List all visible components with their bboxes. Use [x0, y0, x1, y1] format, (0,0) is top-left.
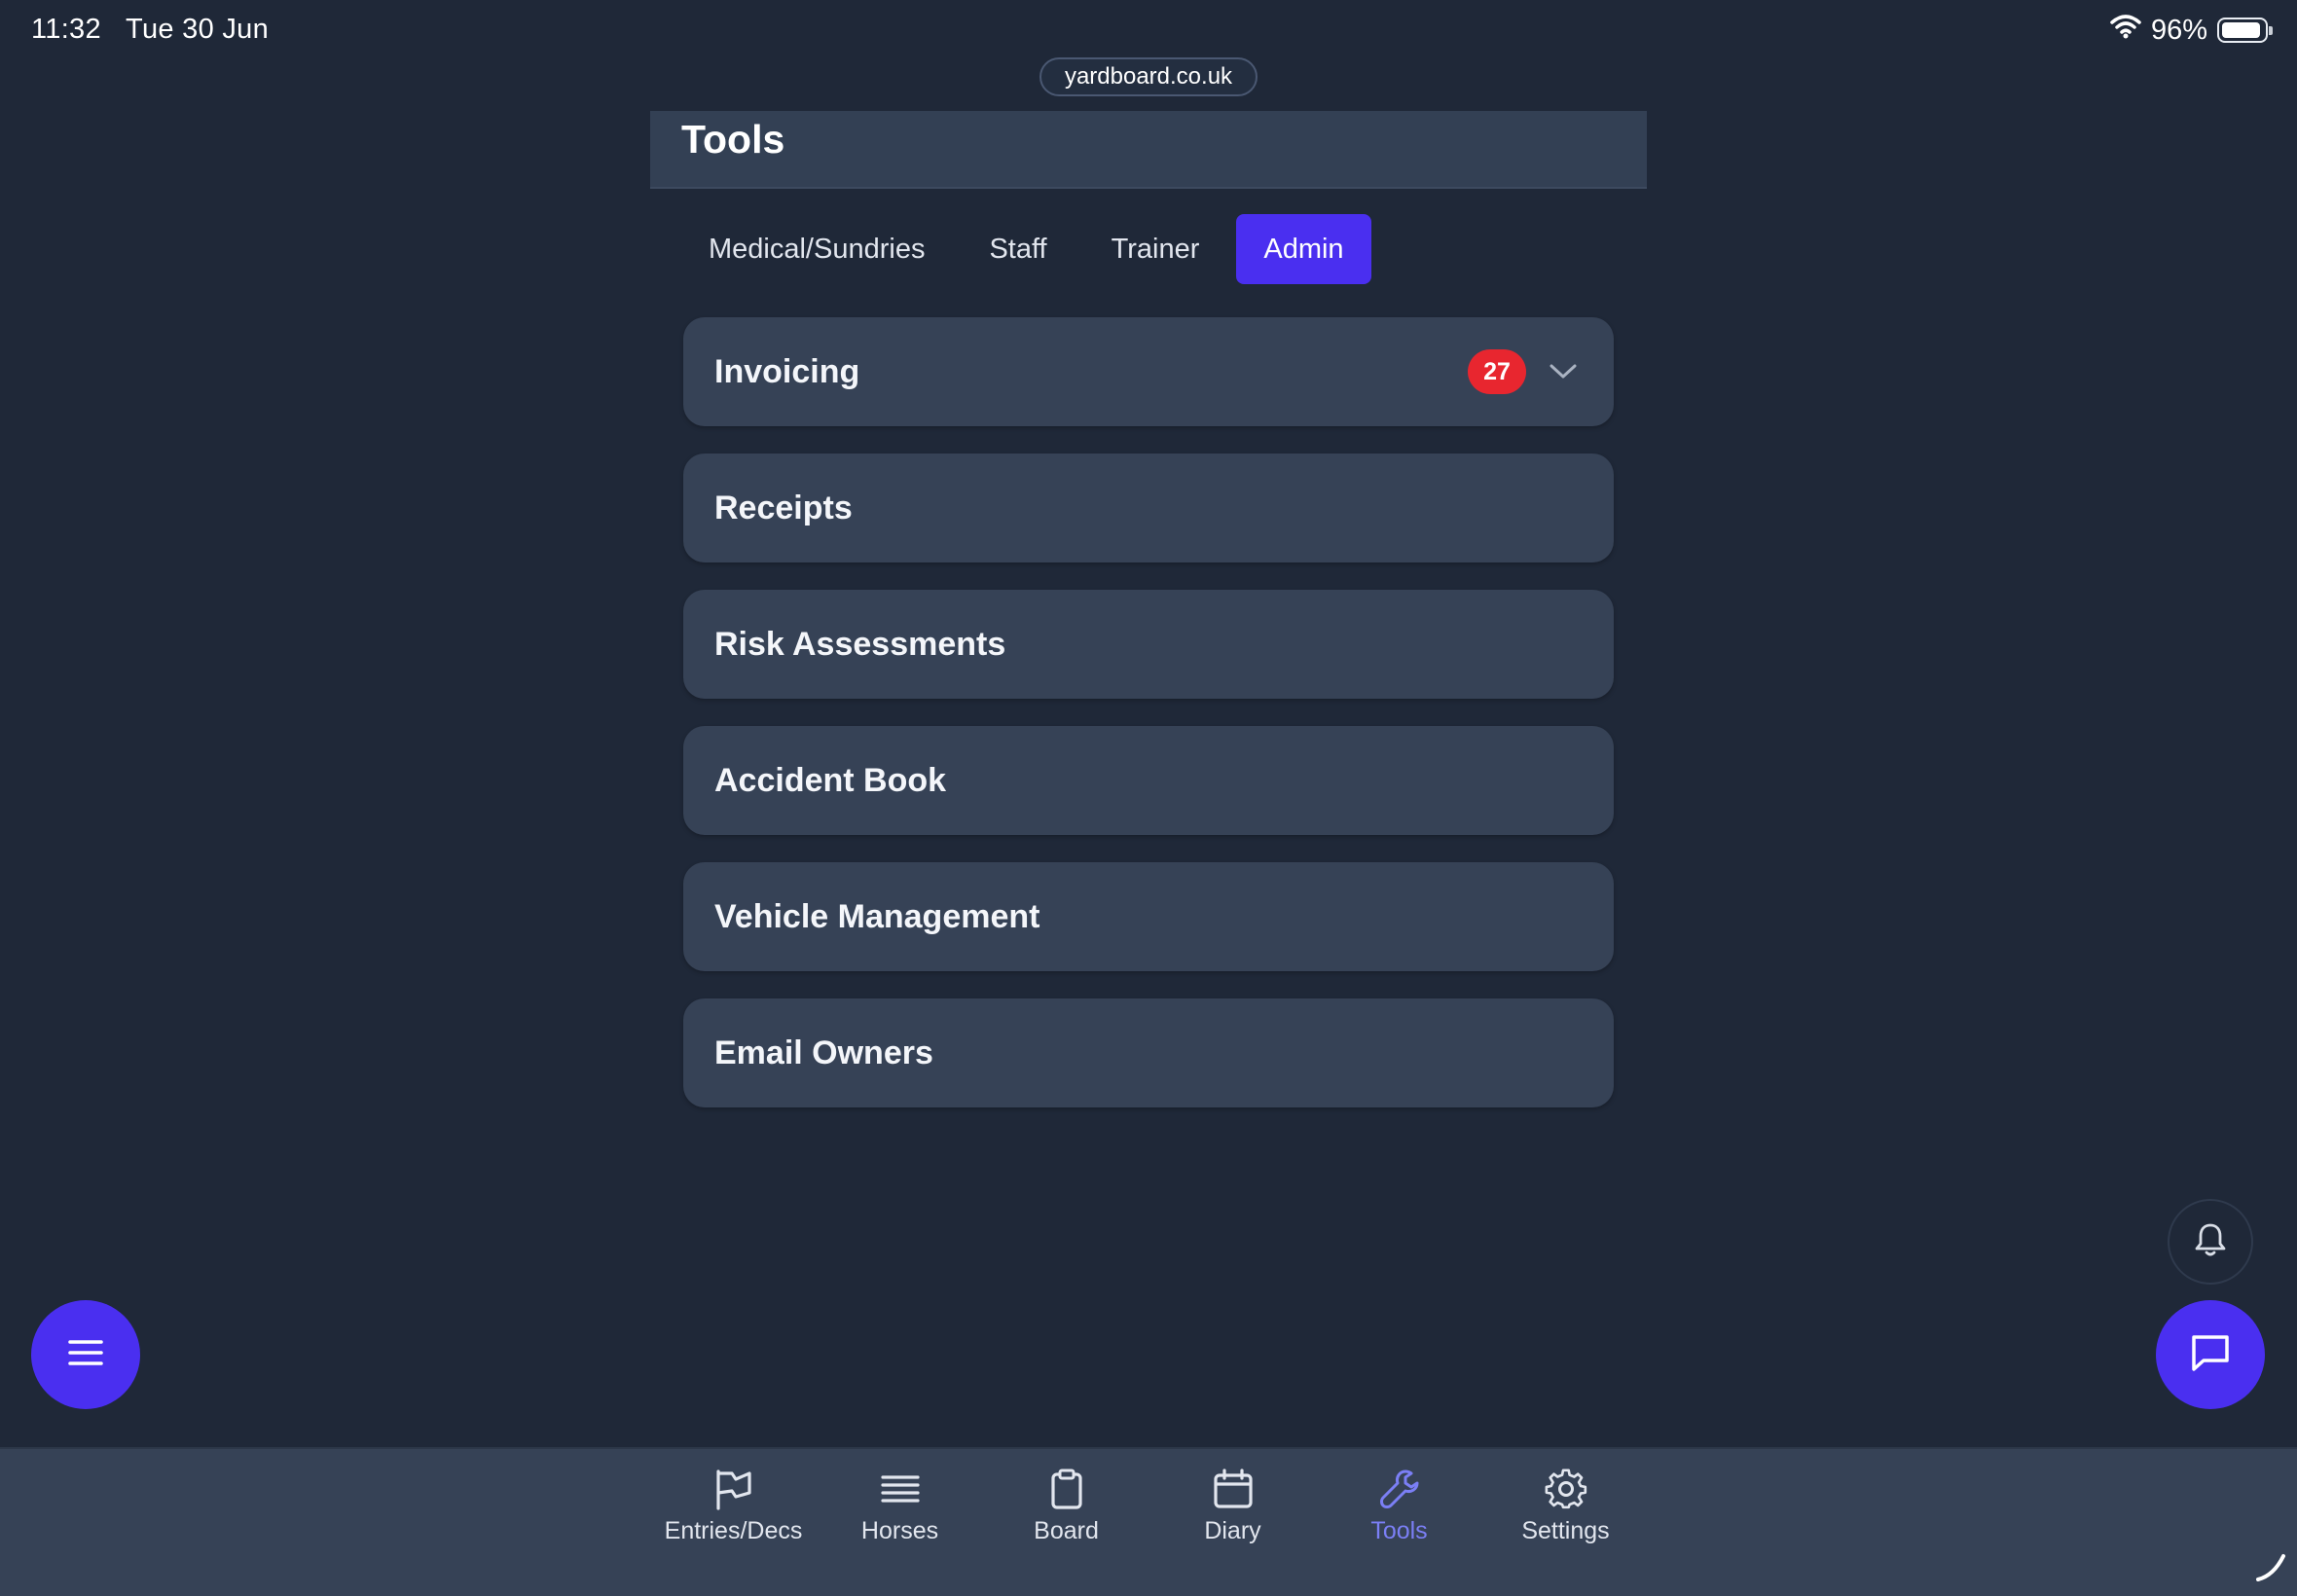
- section-invoicing[interactable]: Invoicing 27: [683, 317, 1614, 426]
- pencil-indicator-icon: [2254, 1550, 2287, 1588]
- nav-label: Diary: [1204, 1517, 1261, 1544]
- nav-settings[interactable]: Settings: [1482, 1449, 1649, 1566]
- wrench-icon: [1377, 1467, 1422, 1511]
- chevron-down-icon[interactable]: [1544, 352, 1583, 391]
- nav-label: Horses: [860, 1517, 939, 1544]
- app-screen: 11:32 Tue 30 Jun 96% yardboard.co.uk Too…: [0, 0, 2297, 1596]
- tab-admin[interactable]: Admin: [1236, 214, 1371, 284]
- tool-tabs: Medical/Sundries Staff Trainer Admin: [681, 214, 1371, 284]
- nav-label: Entries/Decs: [664, 1517, 803, 1544]
- section-email-owners[interactable]: Email Owners: [683, 998, 1614, 1107]
- count-badge: 27: [1468, 349, 1526, 394]
- status-time: 11:32 Tue 30 Jun: [31, 14, 270, 45]
- section-label: Risk Assessments: [714, 625, 1006, 663]
- nav-label: Settings: [1521, 1517, 1610, 1544]
- section-label: Invoicing: [714, 352, 860, 390]
- nav-board[interactable]: Board: [983, 1449, 1149, 1566]
- admin-sections-list: Invoicing 27 Receipts Risk Assessments A…: [683, 317, 1614, 1135]
- nav-horses[interactable]: Horses: [817, 1449, 983, 1566]
- tab-medical-sundries[interactable]: Medical/Sundries: [681, 214, 952, 284]
- url-bar[interactable]: yardboard.co.uk: [1039, 57, 1258, 96]
- section-label: Email Owners: [714, 1034, 933, 1071]
- calendar-icon: [1211, 1467, 1256, 1511]
- nav-diary[interactable]: Diary: [1149, 1449, 1316, 1566]
- section-receipts[interactable]: Receipts: [683, 453, 1614, 562]
- chat-button[interactable]: [2156, 1300, 2265, 1409]
- gear-icon: [1544, 1467, 1588, 1511]
- battery-icon: [2217, 18, 2273, 43]
- menu-button[interactable]: [31, 1300, 140, 1409]
- nav-entries-decs[interactable]: Entries/Decs: [650, 1449, 817, 1566]
- nav-label: Board: [1034, 1517, 1099, 1544]
- tab-staff[interactable]: Staff: [962, 214, 1074, 284]
- status-indicators: 96%: [2110, 14, 2273, 47]
- status-date: Tue 30 Jun: [126, 14, 270, 45]
- bell-icon: [2193, 1221, 2228, 1263]
- page-title: Tools: [681, 117, 785, 162]
- section-risk-assessments[interactable]: Risk Assessments: [683, 590, 1614, 699]
- list-icon: [878, 1467, 923, 1511]
- wifi-icon: [2110, 14, 2141, 47]
- hamburger-icon: [66, 1337, 105, 1373]
- clipboard-icon: [1044, 1467, 1089, 1511]
- section-vehicle-management[interactable]: Vehicle Management: [683, 862, 1614, 971]
- chat-bubble-icon: [2188, 1331, 2233, 1379]
- nav-label: Tools: [1370, 1517, 1428, 1544]
- page-header: Tools: [650, 111, 1647, 189]
- section-label: Receipts: [714, 489, 853, 526]
- flag-icon: [711, 1467, 756, 1511]
- bottom-nav: Entries/Decs Horses Board Diary Tools Se…: [0, 1447, 2297, 1596]
- section-label: Vehicle Management: [714, 897, 1040, 935]
- battery-percent: 96%: [2150, 14, 2207, 46]
- tab-trainer[interactable]: Trainer: [1084, 214, 1227, 284]
- section-accident-book[interactable]: Accident Book: [683, 726, 1614, 835]
- notifications-button[interactable]: [2168, 1199, 2253, 1285]
- section-label: Accident Book: [714, 761, 947, 799]
- nav-tools[interactable]: Tools: [1316, 1449, 1482, 1566]
